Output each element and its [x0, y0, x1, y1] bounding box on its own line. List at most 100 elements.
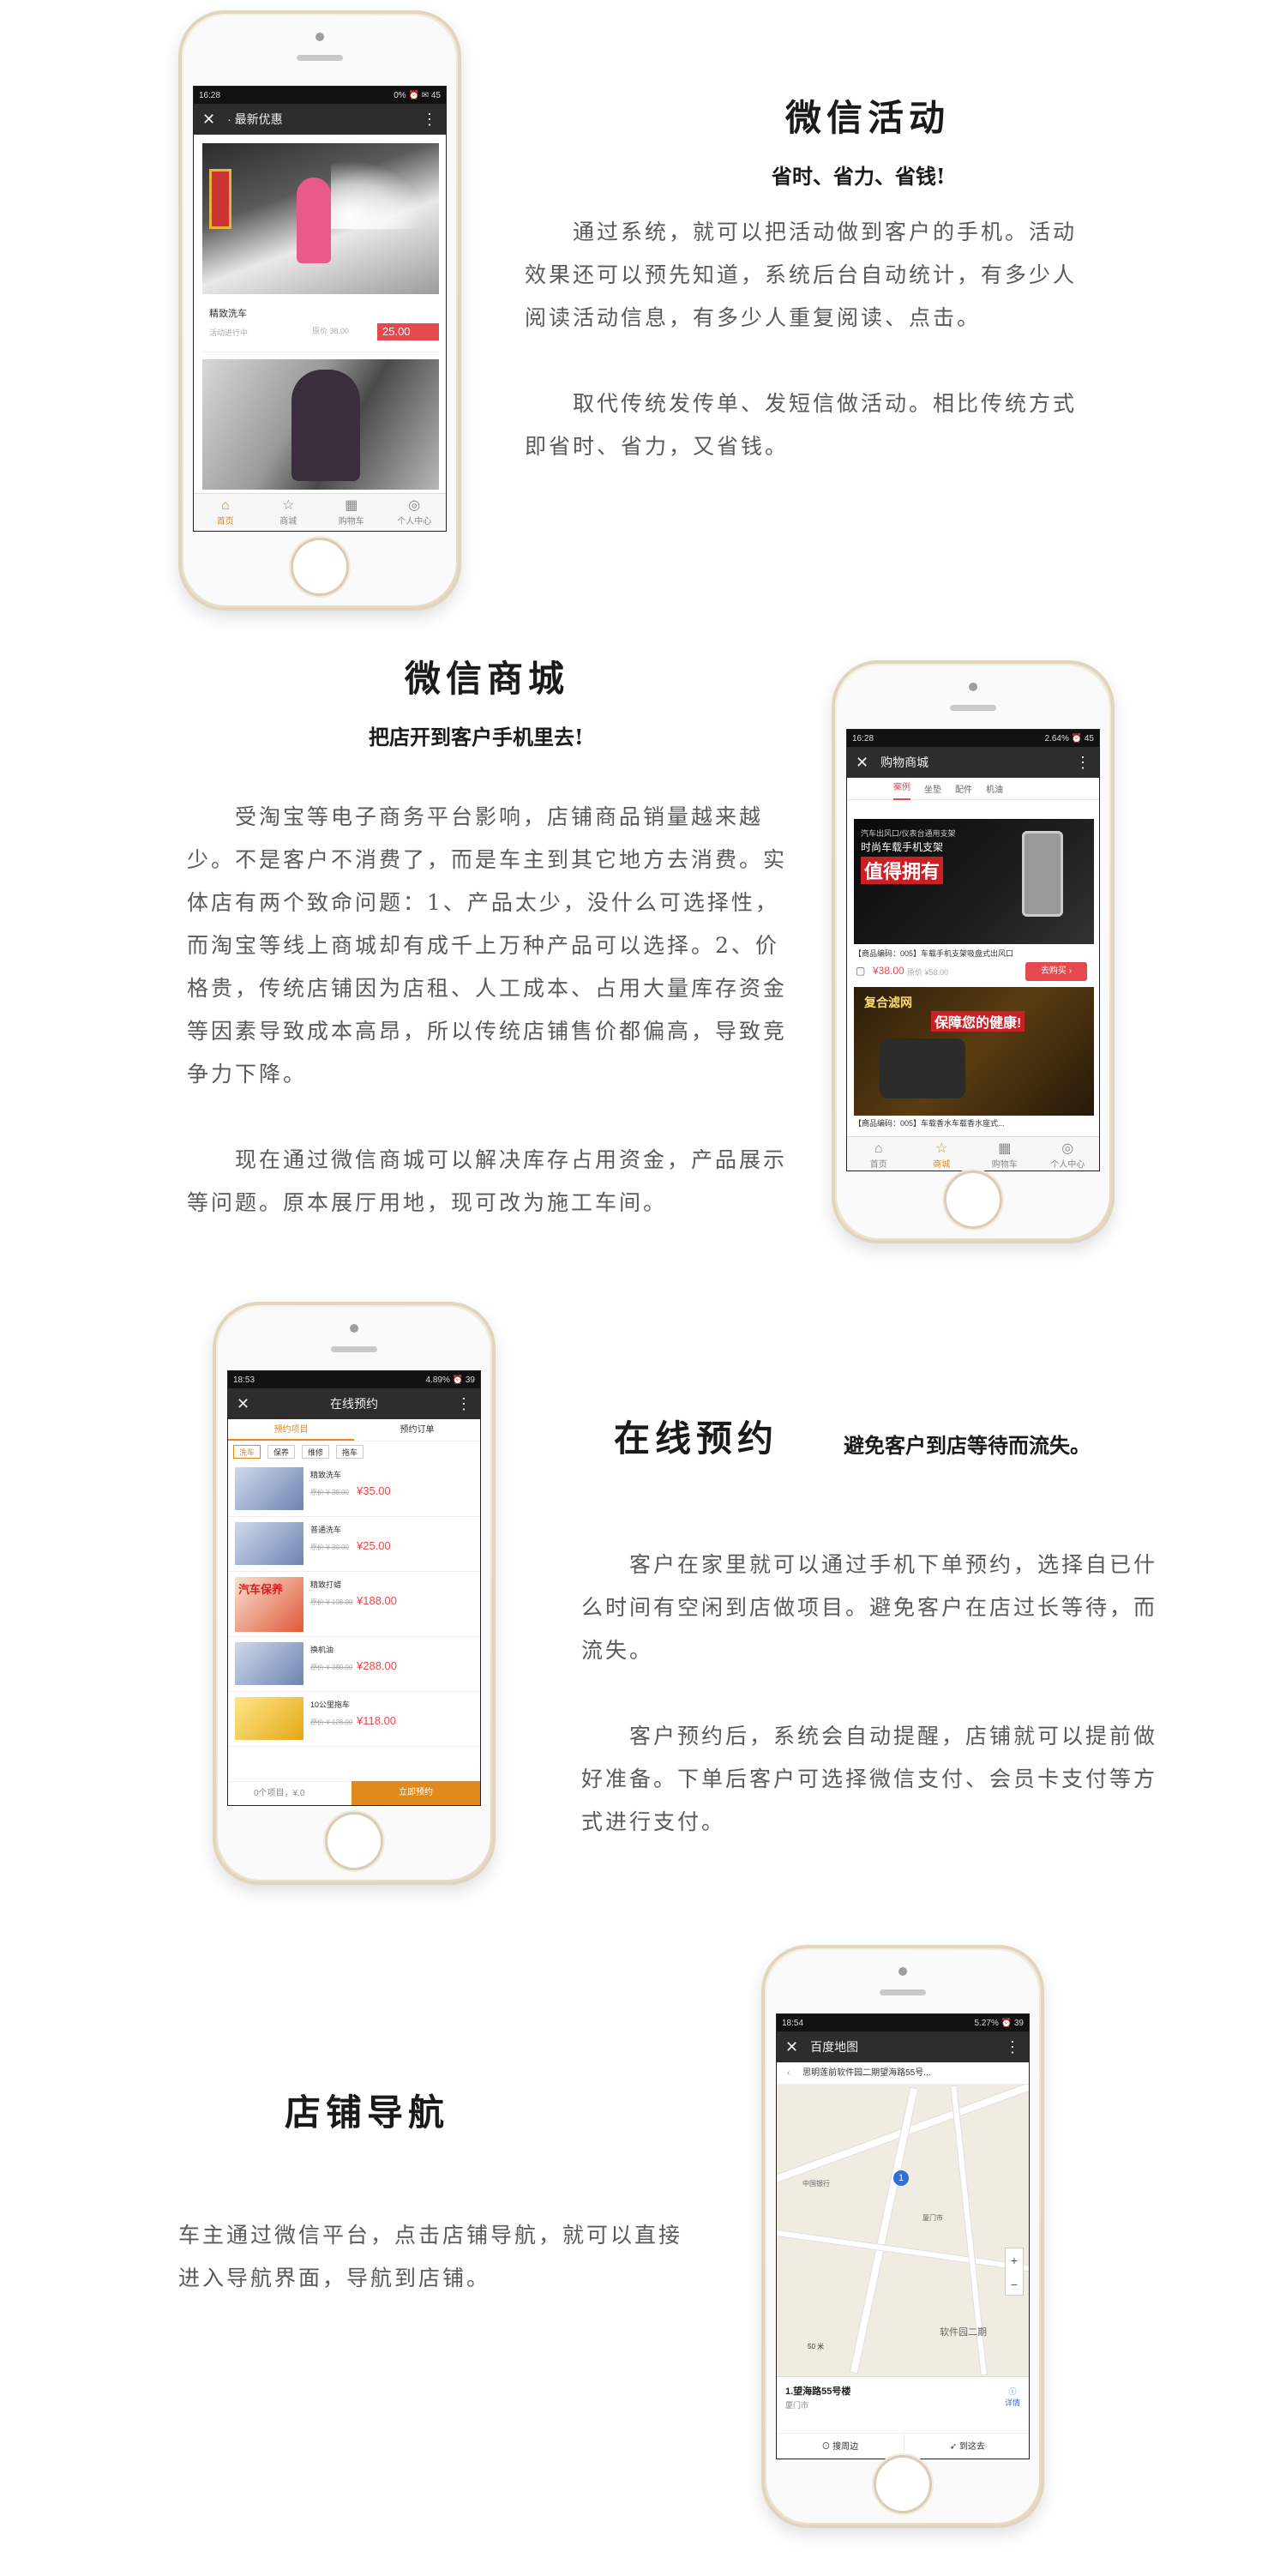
service-price: ¥288.00 [357, 1659, 397, 1672]
book-now-button[interactable]: 立即预约 [352, 1781, 480, 1805]
star-icon: ☆ [282, 498, 295, 513]
detail-label: 详情 [1004, 2398, 1020, 2407]
home-button [876, 2458, 929, 2511]
tab-profile[interactable]: ◎ 个人中心 [383, 494, 447, 531]
tab-cushion[interactable]: 坐垫 [924, 782, 941, 795]
tab-mall[interactable]: ☆ 商城 [910, 1137, 974, 1171]
banner-headline: 值得拥有 [861, 857, 944, 884]
promo-card[interactable]: 精致洗车 活动进行中 原价 38.00 25.00 [202, 298, 439, 352]
location-pin-icon[interactable]: 1 [893, 2170, 909, 2186]
tab-mall[interactable]: ☆ 商城 [257, 494, 321, 531]
tab-booking-items[interactable]: 预约项目 [228, 1419, 354, 1441]
map-view[interactable]: 中国银行 厦门市 软件园二期 1 + − 50 米 [777, 2085, 1029, 2376]
map-actions: ⊙ 搜周边 ➶ 到这去 [777, 2433, 1030, 2459]
service-name: 精致洗车 [310, 1471, 342, 1479]
service-original-price: 原价 ¥ 38.00 [310, 1489, 349, 1496]
service-item[interactable]: 精致洗车 原价 ¥ 38.00 ¥35.00 [228, 1462, 480, 1517]
thumbnail-banner-text: 汽车保养 [238, 1583, 284, 1596]
tab-cart[interactable]: ▦ 购物车 [320, 494, 383, 531]
action-label: 搜周边 [832, 2442, 859, 2452]
camera [350, 1324, 358, 1333]
booking-footer: 0个项目，¥.0 立即预约 [228, 1781, 480, 1805]
tab-cart[interactable]: ▦ 购物车 [973, 1137, 1037, 1171]
address-text: 思明莲前软件园二期望海路55号... [802, 2068, 931, 2078]
map-label: 厦门市 [922, 2214, 943, 2222]
product-banner-phone-holder[interactable]: 汽车出风口/仪表台通用支架 时尚车载手机支架 值得拥有 [854, 819, 1094, 944]
camera [315, 33, 324, 41]
home-icon: ⌂ [874, 1141, 883, 1156]
service-thumbnail: 汽车保养 [235, 1577, 303, 1632]
phone-booking: 18:53 4.89% ⏰ 39 ✕ 在线预约 ⋮ 预约项目 预约订单 洗车 保… [213, 1302, 496, 1885]
detailing-photo[interactable] [202, 359, 439, 490]
promo-name: 精致洗车 [209, 309, 247, 319]
category-wash[interactable]: 洗车 [233, 1445, 261, 1459]
earpiece [950, 705, 996, 711]
product-banner-filter[interactable]: 复合滤网 保障您的健康! [854, 987, 1094, 1116]
home-icon: ⌂ [220, 498, 230, 513]
close-icon[interactable]: ✕ [202, 111, 215, 129]
earpiece [880, 1989, 926, 1995]
more-icon[interactable]: ⋮ [1075, 755, 1091, 770]
category-maintenance[interactable]: 保养 [267, 1445, 296, 1459]
more-icon[interactable]: ⋮ [456, 1396, 472, 1411]
section-title-navigation: 店铺导航 [285, 2091, 450, 2134]
section-body-navigation: 车主通过微信平台，点击店铺导航，就可以直接进入导航界面，导航到店铺。 [178, 2214, 693, 2300]
booking-tabs: 预约项目 预约订单 [228, 1419, 480, 1441]
tab-home[interactable]: ⌂ 首页 [847, 1137, 910, 1171]
service-item[interactable]: 普通洗车 原价 ¥ 30.00 ¥25.00 [228, 1517, 480, 1572]
address-bar[interactable]: ‹ 思明莲前软件园二期望海路55号... [777, 2062, 1029, 2085]
zoom-control[interactable]: + − [1005, 2248, 1024, 2296]
action-label: 到这去 [958, 2442, 985, 2452]
service-name: 精致打蜡 [310, 1580, 342, 1589]
water-spray [331, 160, 425, 229]
service-original-price: 原价 ¥ 380.00 [310, 1664, 353, 1671]
phone-screen: 18:53 4.89% ⏰ 39 ✕ 在线预约 ⋮ 预约项目 预约订单 洗车 保… [227, 1370, 481, 1806]
tab-label: 商城 [933, 1160, 951, 1170]
product-price-row: ▢ ¥38.00 原价 ¥58.00 去购买 › [854, 961, 1094, 984]
map-scale: 50 米 [808, 2343, 825, 2350]
category-repair[interactable]: 维修 [302, 1445, 330, 1459]
page-title: 购物商城 [880, 755, 929, 769]
map-label: 软件园二期 [940, 2327, 987, 2338]
paragraph: 车主通过微信平台，点击店铺导航，就可以直接进入导航界面，导航到店铺。 [178, 2223, 683, 2290]
close-icon[interactable]: ✕ [237, 1395, 249, 1413]
place-info-card[interactable]: 1.望海路55号楼 厦门市 ⓘ 详情 [777, 2376, 1029, 2433]
home-button [946, 1173, 1000, 1226]
search-nearby-button[interactable]: ⊙ 搜周边 [777, 2434, 904, 2459]
service-thumbnail [235, 1697, 303, 1740]
close-icon[interactable]: ✕ [785, 2038, 798, 2056]
back-icon[interactable]: ‹ [787, 2068, 790, 2078]
phone-mall: 16:28 2.64% ⏰ 45 ✕ 购物商城 ⋮ 案例 坐垫 配件 机油 汽车… [832, 660, 1115, 1243]
section-title-activity: 微信活动 [785, 97, 951, 139]
service-item[interactable]: 换机油 原价 ¥ 380.00 ¥288.00 [228, 1637, 480, 1692]
status-indicators: 2.64% ⏰ 45 [1044, 733, 1095, 743]
close-icon[interactable]: ✕ [856, 754, 868, 772]
tab-oil[interactable]: 机油 [986, 782, 1003, 795]
paragraph: 受淘宝等电子商务平台影响，店铺商品销量越来越少。不是客户不消费了，而是车主到其它… [187, 804, 788, 1086]
paragraph: 现在通过微信商城可以解决库存占用资金，产品展示等问题。原本展厅用地，现可改为施工… [187, 1147, 788, 1215]
status-time: 18:54 [782, 2018, 804, 2028]
carwash-photo[interactable] [202, 143, 439, 294]
section-title-booking: 在线预约 [614, 1417, 779, 1460]
tab-accessory[interactable]: 配件 [955, 782, 972, 795]
status-indicators: 5.27% ⏰ 39 [974, 2018, 1025, 2028]
tab-booking-orders[interactable]: 预约订单 [354, 1419, 480, 1441]
service-original-price: 原价 ¥ 30.00 [310, 1544, 349, 1551]
service-item[interactable]: 汽车保养 精致打蜡 原价 ¥ 198.00 ¥188.00 [228, 1572, 480, 1637]
buy-button[interactable]: 去购买 › [1025, 962, 1087, 981]
go-there-button[interactable]: ➶ 到这去 [904, 2434, 1030, 2459]
service-item[interactable]: 10公里拖车 原价 ¥ 128.00 ¥118.00 [228, 1692, 480, 1747]
tab-case[interactable]: 案例 [893, 778, 910, 800]
perfume-image [880, 1038, 965, 1098]
star-icon: ☆ [935, 1141, 948, 1156]
more-icon[interactable]: ⋮ [1005, 2039, 1020, 2055]
tab-profile[interactable]: ◎ 个人中心 [1037, 1137, 1100, 1171]
product-price: ¥38.00 [873, 965, 904, 977]
more-icon[interactable]: ⋮ [422, 111, 437, 127]
detail-link[interactable]: ⓘ 详情 [1005, 2386, 1020, 2408]
category-tow[interactable]: 拖车 [336, 1445, 364, 1459]
tab-home[interactable]: ⌂ 首页 [194, 494, 257, 531]
service-name: 10公里拖车 [310, 1700, 351, 1709]
status-indicators: 4.89% ⏰ 39 [425, 1375, 476, 1385]
banner-line: 复合滤网 [864, 996, 912, 1009]
